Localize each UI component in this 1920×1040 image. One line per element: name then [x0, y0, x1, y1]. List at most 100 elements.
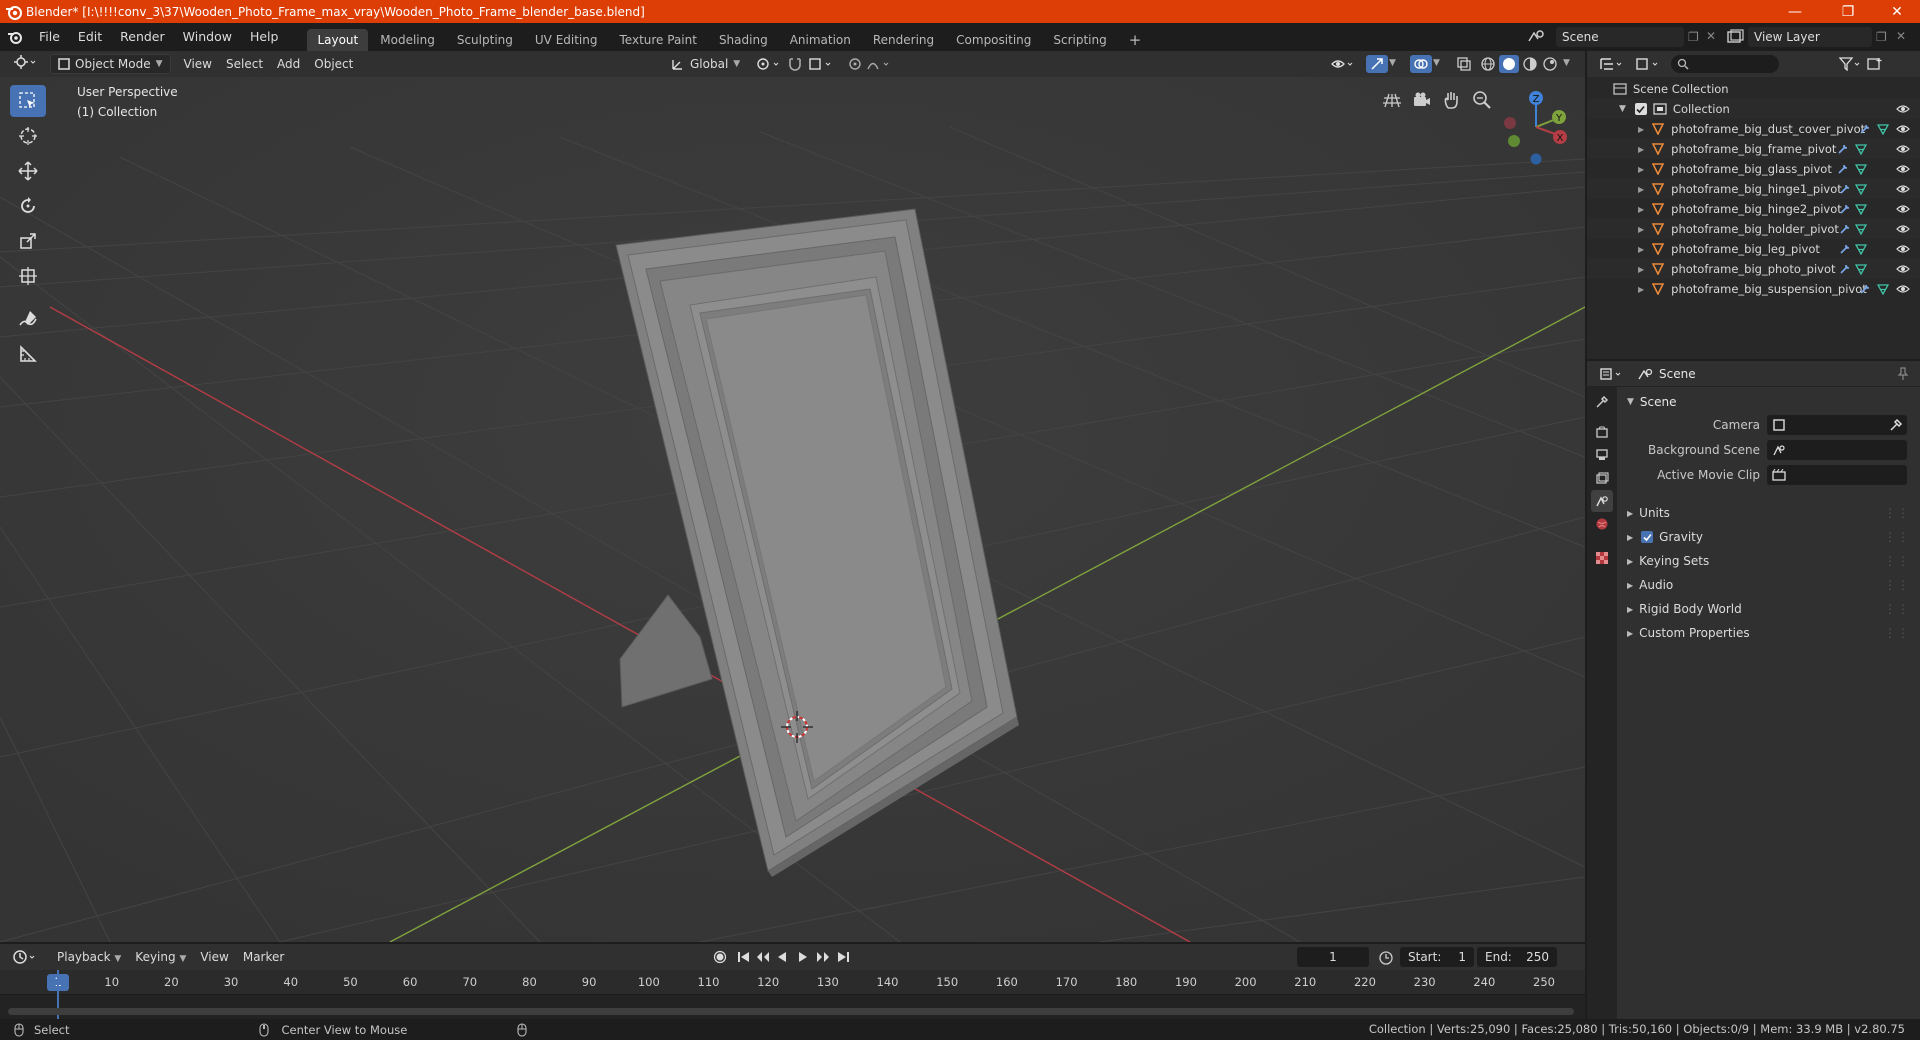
outliner-object-row[interactable]: ▶ photoframe_big_hinge1_pivot — [1587, 179, 1920, 199]
menu-render[interactable]: Render — [111, 23, 174, 51]
view-layer-tab[interactable] — [1591, 467, 1613, 489]
drag-handle-icon[interactable]: ⋮⋮ — [1884, 578, 1910, 592]
camera-field[interactable] — [1767, 415, 1907, 435]
tab-layout[interactable]: Layout — [307, 29, 369, 51]
outliner-object-row[interactable]: ▶ photoframe_big_suspension_pivot — [1587, 279, 1920, 299]
world-tab[interactable] — [1591, 513, 1613, 535]
keying-menu[interactable]: Keying ▼ — [128, 947, 193, 967]
rotate-tool[interactable] — [10, 190, 46, 222]
visibility-eye-icon[interactable] — [1896, 164, 1910, 174]
timeline-ruler[interactable]: 1102030405060708090100110120130140150160… — [0, 970, 1585, 994]
expand-arrow-icon[interactable]: ▼ — [1619, 104, 1626, 114]
tab-rendering[interactable]: Rendering — [863, 29, 944, 51]
modifier-wrench-icon[interactable] — [1839, 263, 1851, 275]
drag-handle-icon[interactable]: ⋮⋮ — [1884, 602, 1910, 616]
menu-window[interactable]: Window — [174, 23, 241, 51]
outliner-object-row[interactable]: ▶ photoframe_big_frame_pivot — [1587, 139, 1920, 159]
gizmo-dropdown-icon[interactable]: ▼ — [1389, 58, 1396, 68]
outliner-object-row[interactable]: ▶ photoframe_big_hinge2_pivot — [1587, 199, 1920, 219]
current-frame-field[interactable]: 1 — [1297, 947, 1369, 967]
move-tool[interactable] — [10, 155, 46, 187]
snap-icon[interactable] — [787, 56, 803, 72]
camera-view-icon[interactable] — [1412, 90, 1432, 110]
record-button[interactable] — [713, 950, 727, 964]
3d-viewport[interactable]: User Perspective (1) Collection Z Y X — [0, 77, 1585, 942]
solid-shading-icon[interactable] — [1499, 55, 1519, 73]
texture-tab[interactable] — [1591, 547, 1613, 569]
visibility-eye-icon[interactable] — [1896, 124, 1910, 134]
delete-view-layer-icon[interactable]: ✕ — [1896, 29, 1906, 43]
tab-compositing[interactable]: Compositing — [946, 29, 1041, 51]
scene-collection-row[interactable]: Scene Collection — [1587, 79, 1920, 99]
timeline-scrollbar[interactable] — [8, 1008, 1574, 1015]
new-collection-icon[interactable] — [1867, 57, 1883, 71]
drag-handle-icon[interactable]: ⋮⋮ — [1884, 554, 1910, 568]
editor-type-icon[interactable] — [6, 54, 44, 74]
menu-file[interactable]: File — [30, 23, 69, 51]
new-scene-icon[interactable]: ❐ — [1688, 30, 1699, 44]
timeline-editor-icon[interactable] — [12, 949, 38, 965]
filter-icon[interactable] — [1839, 57, 1861, 71]
expand-arrow-icon[interactable]: ▶ — [1638, 205, 1644, 214]
rendered-shading-icon[interactable] — [1542, 56, 1558, 72]
timeline-view-menu[interactable]: View — [193, 947, 235, 967]
cursor-tool[interactable] — [10, 120, 46, 152]
scene-icon[interactable] — [1526, 27, 1548, 47]
panel-units[interactable]: ▶ Units ⋮⋮ — [1617, 501, 1920, 525]
menu-help[interactable]: Help — [241, 23, 288, 51]
tab-scripting[interactable]: Scripting — [1043, 29, 1116, 51]
expand-arrow-icon[interactable]: ▶ — [1638, 265, 1644, 274]
panel-custom-properties[interactable]: ▶ Custom Properties ⋮⋮ — [1617, 621, 1920, 645]
modifier-wrench-icon[interactable] — [1839, 203, 1851, 215]
jump-start-button[interactable] — [737, 950, 751, 964]
visibility-eye-icon[interactable] — [1896, 144, 1910, 154]
material-shading-icon[interactable] — [1522, 56, 1538, 72]
maximize-button[interactable]: ❐ — [1825, 0, 1871, 23]
transform-orientation-selector[interactable]: Global ▼ — [664, 54, 747, 74]
new-view-layer-icon[interactable]: ❐ — [1876, 30, 1887, 44]
expand-arrow-icon[interactable]: ▶ — [1638, 185, 1644, 194]
gizmo-toggle-icon[interactable] — [1366, 55, 1388, 73]
visibility-eye-icon[interactable] — [1896, 104, 1910, 114]
minimize-button[interactable]: — — [1772, 0, 1818, 23]
expand-arrow-icon[interactable]: ▶ — [1638, 245, 1644, 254]
collection-checkbox[interactable] — [1634, 103, 1647, 115]
shading-dropdown-icon[interactable]: ▼ — [1563, 58, 1570, 68]
measure-tool[interactable] — [10, 338, 46, 370]
mesh-data-icon[interactable] — [1855, 143, 1867, 155]
panel-audio[interactable]: ▶ Audio ⋮⋮ — [1617, 573, 1920, 597]
outliner-object-row[interactable]: ▶ photoframe_big_glass_pivot — [1587, 159, 1920, 179]
pin-icon[interactable] — [1897, 367, 1909, 381]
jump-end-button[interactable] — [836, 950, 850, 964]
overlay-dropdown-icon[interactable]: ▼ — [1433, 58, 1440, 68]
visibility-eye-icon[interactable] — [1896, 264, 1910, 274]
add-workspace-button[interactable]: + — [1119, 29, 1152, 51]
drag-handle-icon[interactable]: ⋮⋮ — [1884, 506, 1910, 520]
mesh-data-icon[interactable] — [1855, 263, 1867, 275]
panel-keying-sets[interactable]: ▶ Keying Sets ⋮⋮ — [1617, 549, 1920, 573]
expand-arrow-icon[interactable]: ▶ — [1638, 145, 1644, 154]
eyedropper-icon[interactable] — [1889, 418, 1903, 432]
outliner-object-row[interactable]: ▶ photoframe_big_photo_pivot — [1587, 259, 1920, 279]
mode-selector[interactable]: Object Mode ▼ — [50, 54, 171, 74]
collection-row[interactable]: ▼ Collection — [1587, 99, 1920, 119]
modifier-wrench-icon[interactable] — [1859, 123, 1871, 135]
navigation-gizmo[interactable]: Z Y X — [1496, 85, 1576, 165]
visibility-eye-icon[interactable] — [1896, 284, 1910, 294]
outliner-object-row[interactable]: ▶ photoframe_big_holder_pivot — [1587, 219, 1920, 239]
panel-rigid-body-world[interactable]: ▶ Rigid Body World ⋮⋮ — [1617, 597, 1920, 621]
modifier-wrench-icon[interactable] — [1837, 163, 1849, 175]
falloff-icon[interactable] — [866, 56, 892, 72]
mesh-data-icon[interactable] — [1855, 163, 1867, 175]
modifier-wrench-icon[interactable] — [1839, 183, 1851, 195]
tab-modeling[interactable]: Modeling — [370, 29, 445, 51]
render-tab[interactable] — [1591, 421, 1613, 443]
modifier-wrench-icon[interactable] — [1839, 223, 1851, 235]
modifier-wrench-icon[interactable] — [1859, 283, 1871, 295]
gravity-checkbox[interactable] — [1641, 531, 1654, 543]
tab-animation[interactable]: Animation — [780, 29, 861, 51]
proportional-editing-icon[interactable] — [847, 56, 863, 72]
scene-panel-header[interactable]: ▼ Scene — [1617, 390, 1920, 414]
menu-view[interactable]: View — [177, 54, 219, 74]
scene-selector[interactable]: Scene — [1556, 27, 1684, 47]
